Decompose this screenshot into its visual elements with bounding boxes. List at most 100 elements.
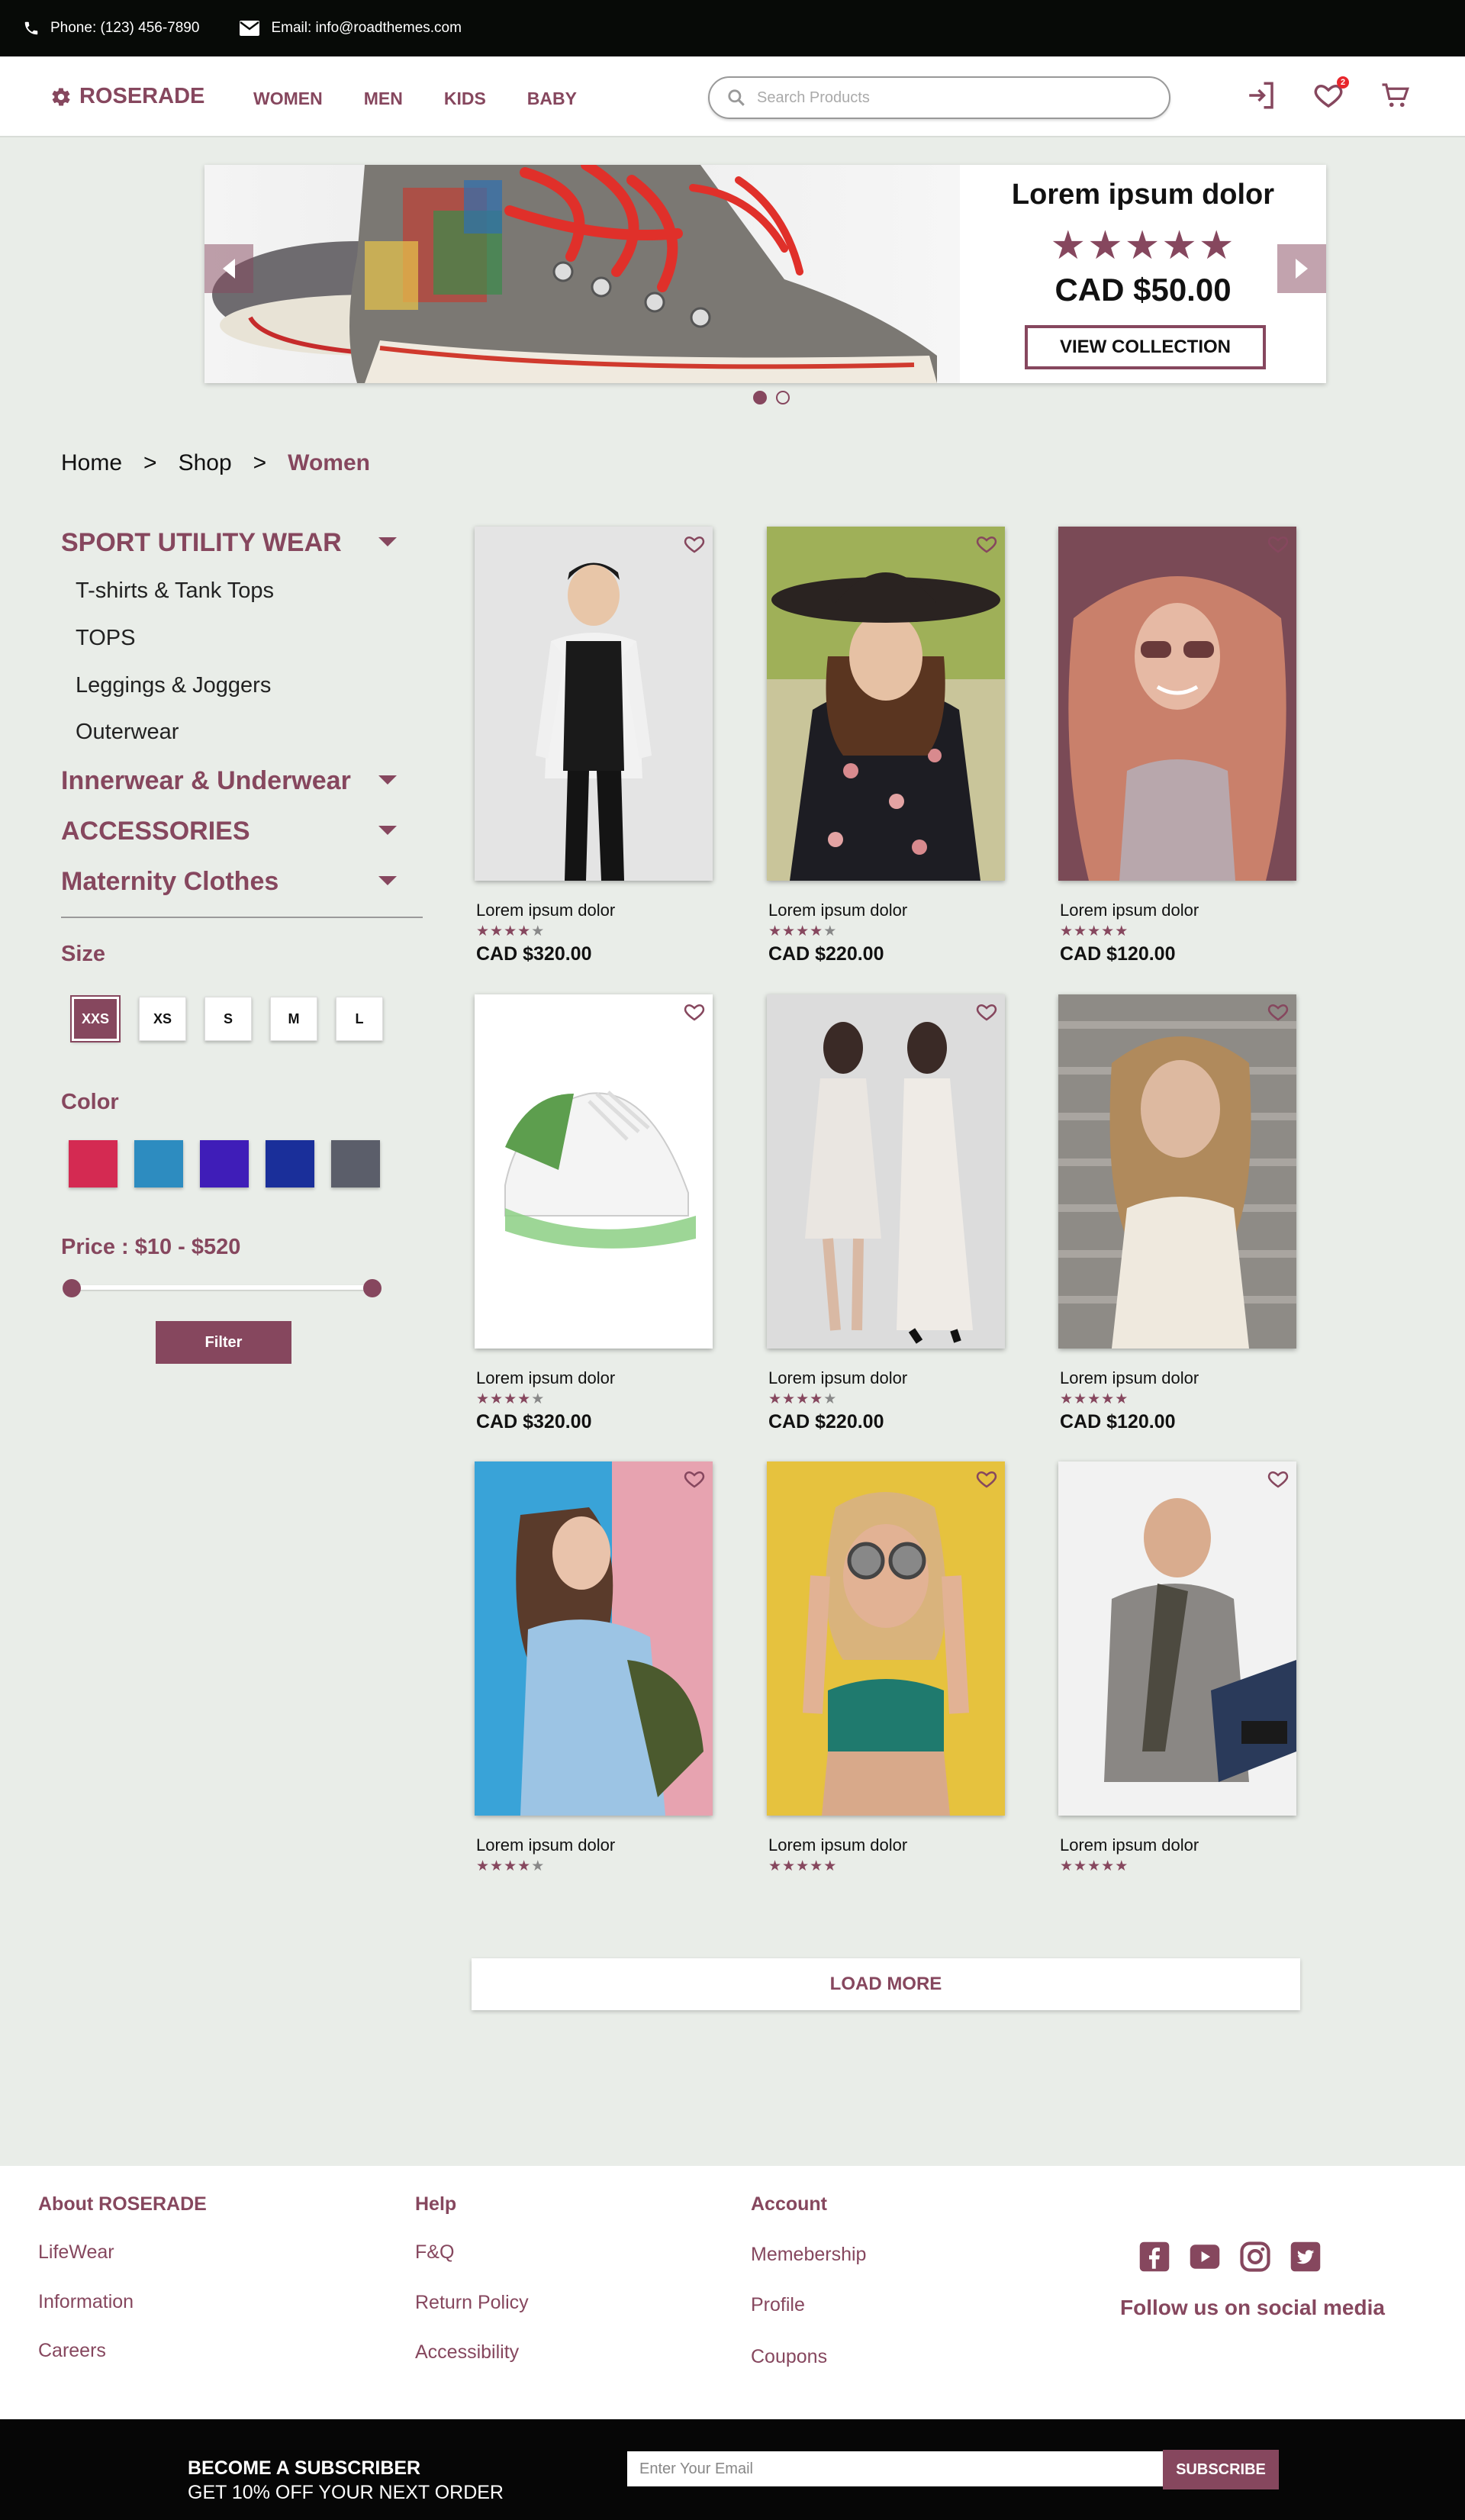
subcategory-tops[interactable]: TOPS	[76, 626, 135, 651]
favorite-heart-icon[interactable]	[974, 533, 999, 556]
size-option-m[interactable]: M	[270, 997, 317, 1041]
instagram-icon[interactable]	[1239, 2241, 1271, 2273]
breadcrumb-home[interactable]: Home	[61, 450, 122, 476]
favorite-heart-icon[interactable]	[974, 1001, 999, 1023]
site-footer	[0, 2166, 1465, 2419]
subscribe-button[interactable]: SUBSCRIBE	[1163, 2450, 1279, 2489]
footer-link-information[interactable]: Information	[38, 2291, 134, 2313]
hero-dot-2[interactable]	[776, 391, 790, 404]
brand-logo[interactable]: ROSERADE	[50, 84, 204, 109]
footer-link-return-policy[interactable]: Return Policy	[415, 2292, 529, 2314]
login-button[interactable]	[1245, 79, 1277, 115]
favorite-heart-icon[interactable]	[1266, 1001, 1290, 1023]
subcategory-outerwear[interactable]: Outerwear	[76, 720, 179, 745]
subscribe-email-input[interactable]	[627, 2451, 1163, 2486]
footer-link-lifewear[interactable]: LifeWear	[38, 2241, 114, 2264]
product-name[interactable]: Lorem ipsum dolor	[476, 901, 615, 920]
favorite-heart-icon[interactable]	[682, 1468, 707, 1490]
breadcrumb-shop[interactable]: Shop	[179, 450, 232, 476]
color-swatch-violet[interactable]	[200, 1140, 249, 1187]
footer-link-profile[interactable]: Profile	[751, 2294, 805, 2316]
star-icon: ★	[476, 1391, 491, 1407]
favorite-heart-icon[interactable]	[682, 1001, 707, 1023]
twitter-icon[interactable]	[1290, 2241, 1322, 2273]
login-icon	[1249, 82, 1273, 109]
subcategory-tshirts[interactable]: T-shirts & Tank Tops	[76, 578, 274, 604]
favorite-heart-icon[interactable]	[1266, 1468, 1290, 1490]
wishlist-button[interactable]: 2	[1312, 76, 1349, 115]
nav-baby[interactable]: BABY	[527, 89, 577, 109]
favorite-heart-icon[interactable]	[1266, 533, 1290, 556]
product-image[interactable]	[475, 1461, 713, 1816]
view-collection-button[interactable]: VIEW COLLECTION	[1025, 325, 1266, 369]
category-sport-utility-wear[interactable]: SPORT UTILITY WEAR	[61, 528, 397, 558]
size-option-xs[interactable]: XS	[139, 997, 186, 1041]
product-name[interactable]: Lorem ipsum dolor	[1060, 901, 1199, 920]
product-rating: ★★★★★	[1060, 1858, 1129, 1875]
footer-link-careers[interactable]: Careers	[38, 2340, 106, 2362]
price-slider-track[interactable]	[72, 1285, 372, 1290]
size-option-s[interactable]: S	[204, 997, 252, 1041]
product-name[interactable]: Lorem ipsum dolor	[476, 1368, 615, 1388]
product-name[interactable]: Lorem ipsum dolor	[1060, 1368, 1199, 1388]
hero-next-button[interactable]	[1277, 244, 1326, 293]
subcategory-leggings[interactable]: Leggings & Joggers	[76, 673, 271, 698]
nav-kids[interactable]: KIDS	[444, 89, 486, 109]
cart-icon	[1382, 83, 1409, 108]
star-icon: ★	[1060, 923, 1074, 939]
footer-link-accessibility[interactable]: Accessibility	[415, 2341, 519, 2364]
category-maternity[interactable]: Maternity Clothes	[61, 867, 397, 897]
load-more-button[interactable]: LOAD MORE	[472, 1958, 1300, 2010]
facebook-icon[interactable]	[1138, 2241, 1170, 2273]
product-image[interactable]	[475, 527, 713, 881]
chevron-right-icon	[1296, 259, 1308, 279]
product-name[interactable]: Lorem ipsum dolor	[476, 1835, 615, 1855]
hero-prev-button[interactable]	[204, 244, 253, 293]
youtube-icon[interactable]	[1189, 2241, 1221, 2273]
nav-men[interactable]: MEN	[364, 89, 403, 109]
product-image[interactable]	[1058, 994, 1296, 1349]
category-innerwear[interactable]: Innerwear & Underwear	[61, 766, 397, 796]
caret-down-icon	[378, 826, 397, 835]
color-swatch-blue[interactable]	[266, 1140, 314, 1187]
search-input[interactable]	[757, 89, 1138, 107]
product-name[interactable]: Lorem ipsum dolor	[1060, 1835, 1199, 1855]
product-image[interactable]	[767, 994, 1005, 1349]
star-icon: ★	[476, 923, 491, 939]
product-name[interactable]: Lorem ipsum dolor	[768, 1835, 907, 1855]
product-name[interactable]: Lorem ipsum dolor	[768, 1368, 907, 1388]
star-icon: ★	[796, 923, 810, 939]
nav-women[interactable]: WOMEN	[253, 89, 323, 109]
footer-link-faq[interactable]: F&Q	[415, 2241, 454, 2264]
hero-dot-1[interactable]	[753, 391, 767, 404]
product-name[interactable]: Lorem ipsum dolor	[768, 901, 907, 920]
size-option-l[interactable]: L	[336, 997, 383, 1041]
size-option-xxs[interactable]: XXS	[70, 995, 121, 1042]
favorite-heart-icon[interactable]	[682, 533, 707, 556]
star-icon: ★	[796, 1858, 810, 1874]
price-slider-max-handle[interactable]	[363, 1279, 382, 1297]
color-swatch-gray[interactable]	[331, 1140, 380, 1187]
email-contact[interactable]: Email: info@roadthemes.com	[239, 20, 462, 37]
star-icon: ★	[531, 923, 546, 939]
favorite-heart-icon[interactable]	[974, 1468, 999, 1490]
product-image[interactable]	[767, 527, 1005, 881]
subscribe-subtext: GET 10% OFF YOUR NEXT ORDER	[188, 2482, 504, 2503]
caret-down-icon	[378, 775, 397, 785]
phone-contact[interactable]: Phone: (123) 456-7890	[23, 20, 199, 37]
product-image[interactable]	[475, 994, 713, 1349]
color-swatch-red[interactable]	[69, 1140, 118, 1187]
price-slider-min-handle[interactable]	[63, 1279, 81, 1297]
product-image[interactable]	[1058, 527, 1296, 881]
footer-link-coupons[interactable]: Coupons	[751, 2346, 827, 2368]
product-image[interactable]	[767, 1461, 1005, 1816]
color-swatch-teal[interactable]	[134, 1140, 183, 1187]
star-icon: ★	[1074, 1858, 1088, 1874]
product-image[interactable]	[1058, 1461, 1296, 1816]
star-icon: ★	[810, 923, 824, 939]
category-accessories[interactable]: ACCESSORIES	[61, 817, 397, 846]
cart-button[interactable]	[1380, 79, 1412, 115]
filter-button[interactable]: Filter	[156, 1321, 291, 1364]
footer-link-membership[interactable]: Memebership	[751, 2244, 866, 2266]
star-icon: ★	[504, 1858, 518, 1874]
